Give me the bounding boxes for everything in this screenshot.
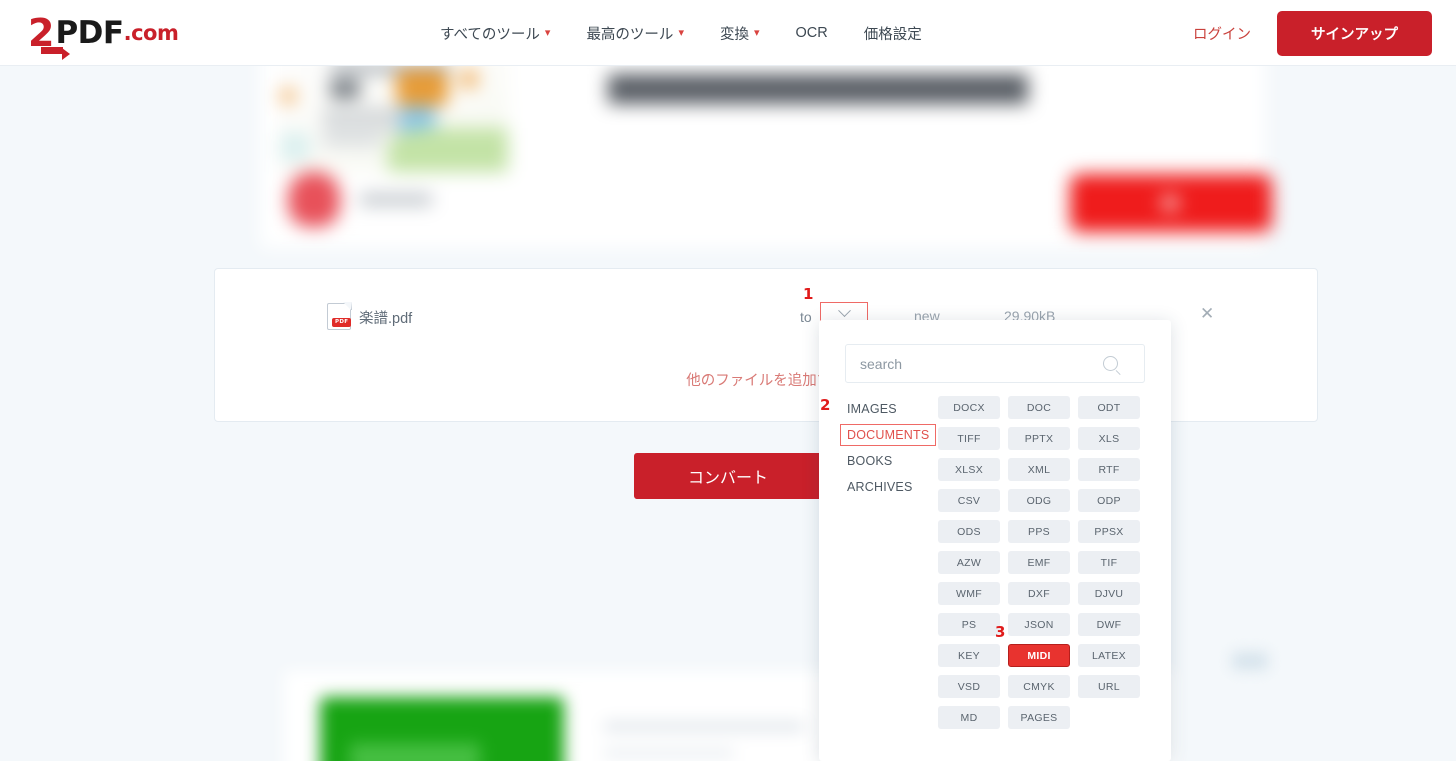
- site-header: 2 PDF .com すべてのツール ▾ 最高のツール ▾ 変換 ▾ OCR 価…: [0, 0, 1456, 66]
- nav-item-pricing[interactable]: 価格設定: [864, 23, 922, 44]
- format-chip-latex[interactable]: LATEX: [1078, 644, 1140, 667]
- chevron-down-icon: ▾: [678, 26, 684, 39]
- annotation-marker-1: 1: [803, 285, 814, 303]
- format-chip-odt[interactable]: ODT: [1078, 396, 1140, 419]
- bottom-text-line-2: [604, 749, 734, 757]
- format-chip-dxf[interactable]: DXF: [1008, 582, 1070, 605]
- search-icon: [1103, 356, 1118, 371]
- format-chip-pps[interactable]: PPS: [1008, 520, 1070, 543]
- hero-thumbnail: [278, 54, 508, 172]
- nav-item-ocr[interactable]: OCR: [796, 25, 828, 41]
- format-chip-csv[interactable]: CSV: [938, 489, 1000, 512]
- format-dropdown-panel: IMAGES DOCUMENTS BOOKS ARCHIVES DOCX DOC O…: [819, 320, 1171, 761]
- bottom-right-ghost-element: [1232, 652, 1268, 670]
- format-chip-ods[interactable]: ODS: [938, 520, 1000, 543]
- bottom-text-line-1: [604, 722, 804, 731]
- format-chip-wmf[interactable]: WMF: [938, 582, 1000, 605]
- to-label: to: [800, 309, 812, 325]
- nav-label: すべてのツール: [440, 26, 540, 43]
- pdf-badge-label: PDF: [332, 317, 352, 327]
- format-chip-midi[interactable]: MIDI: [1008, 644, 1070, 667]
- chevron-down-icon: ▾: [753, 26, 760, 39]
- format-chip-pptx[interactable]: PPTX: [1008, 427, 1070, 450]
- format-chip-tif[interactable]: TIF: [1078, 551, 1140, 574]
- pdf-file-icon: PDF: [327, 302, 352, 330]
- chevron-down-icon: ▾: [544, 26, 551, 39]
- convert-button[interactable]: コンバート: [634, 453, 822, 499]
- file-name-label: 楽譜.pdf: [359, 311, 413, 327]
- logo-pdf-text: PDF: [55, 14, 124, 51]
- format-chip-ps[interactable]: PS: [938, 613, 1000, 636]
- nav-item-best-tools[interactable]: 最高のツール ▾: [586, 23, 684, 44]
- main-nav: すべてのツール ▾ 最高のツール ▾ 変換 ▾ OCR 価格設定: [440, 0, 922, 66]
- format-category-list: IMAGES DOCUMENTS BOOKS ARCHIVES: [840, 398, 949, 502]
- nav-item-convert[interactable]: 変換 ▾: [720, 23, 760, 44]
- format-chip-xls[interactable]: XLS: [1078, 427, 1140, 450]
- logo-arrow-icon: [41, 47, 70, 60]
- format-chip-emf[interactable]: EMF: [1008, 551, 1070, 574]
- nav-label: 変換: [719, 26, 749, 43]
- format-chip-odp[interactable]: ODP: [1078, 489, 1140, 512]
- format-chip-tiff[interactable]: TIFF: [938, 427, 1000, 450]
- hero-avatar: [288, 172, 340, 227]
- category-documents[interactable]: DOCUMENTS: [840, 424, 936, 446]
- category-archives[interactable]: ARCHIVES: [845, 476, 949, 498]
- format-chip-xlsx[interactable]: XLSX: [938, 458, 1000, 481]
- format-chip-dwf[interactable]: DWF: [1078, 613, 1140, 636]
- format-chip-cmyk[interactable]: CMYK: [1008, 675, 1070, 698]
- format-chip-json[interactable]: JSON: [1008, 613, 1070, 636]
- nav-label: 価格設定: [863, 26, 922, 43]
- hero-banner-blurred: [260, 46, 1272, 248]
- format-chip-ppsx[interactable]: PPSX: [1078, 520, 1140, 543]
- format-search-wrapper: [845, 344, 1145, 383]
- format-chip-grid: DOCX DOC ODT TIFF PPTX XLS XLSX XML RTF CSV ODG ODP…: [938, 396, 1151, 729]
- site-logo[interactable]: 2 PDF .com: [28, 11, 179, 60]
- bottom-green-thumb: [320, 697, 564, 761]
- format-chip-docx[interactable]: DOCX: [938, 396, 1000, 419]
- format-search-input[interactable]: [846, 345, 1101, 382]
- format-chip-md[interactable]: MD: [938, 706, 1000, 729]
- signup-button[interactable]: サインアップ: [1277, 10, 1432, 56]
- format-chip-azw[interactable]: AZW: [938, 551, 1000, 574]
- format-chip-url[interactable]: URL: [1078, 675, 1140, 698]
- hero-title-blurred: [608, 74, 1028, 104]
- nav-label: OCR: [795, 25, 828, 41]
- hero-subtitle-blurred: [360, 194, 432, 205]
- nav-label: 最高のツール: [586, 26, 674, 43]
- remove-file-icon[interactable]: ✕: [1200, 306, 1214, 323]
- format-chip-pages[interactable]: PAGES: [1008, 706, 1070, 729]
- format-chip-rtf[interactable]: RTF: [1078, 458, 1140, 481]
- hero-cta-button[interactable]: [1070, 174, 1272, 232]
- logo-com-text: .com: [123, 20, 179, 45]
- page-root: 2 PDF .com すべてのツール ▾ 最高のツール ▾ 変換 ▾ OCR 価…: [0, 0, 1456, 761]
- annotation-marker-2: 2: [820, 396, 831, 414]
- format-chip-key[interactable]: KEY: [938, 644, 1000, 667]
- category-images[interactable]: IMAGES: [845, 398, 949, 420]
- annotation-marker-3: 3: [995, 623, 1006, 641]
- format-chip-odg[interactable]: ODG: [1008, 489, 1070, 512]
- format-chip-vsd[interactable]: VSD: [938, 675, 1000, 698]
- format-chip-djvu[interactable]: DJVU: [1078, 582, 1140, 605]
- format-chip-doc[interactable]: DOC: [1008, 396, 1070, 419]
- chevron-down-icon: [837, 303, 851, 317]
- format-chip-xml[interactable]: XML: [1008, 458, 1070, 481]
- nav-item-all-tools[interactable]: すべてのツール ▾: [440, 23, 550, 44]
- category-books[interactable]: BOOKS: [845, 450, 949, 472]
- auth-area: ログイン サインアップ: [1193, 0, 1432, 66]
- login-link[interactable]: ログイン: [1193, 23, 1251, 44]
